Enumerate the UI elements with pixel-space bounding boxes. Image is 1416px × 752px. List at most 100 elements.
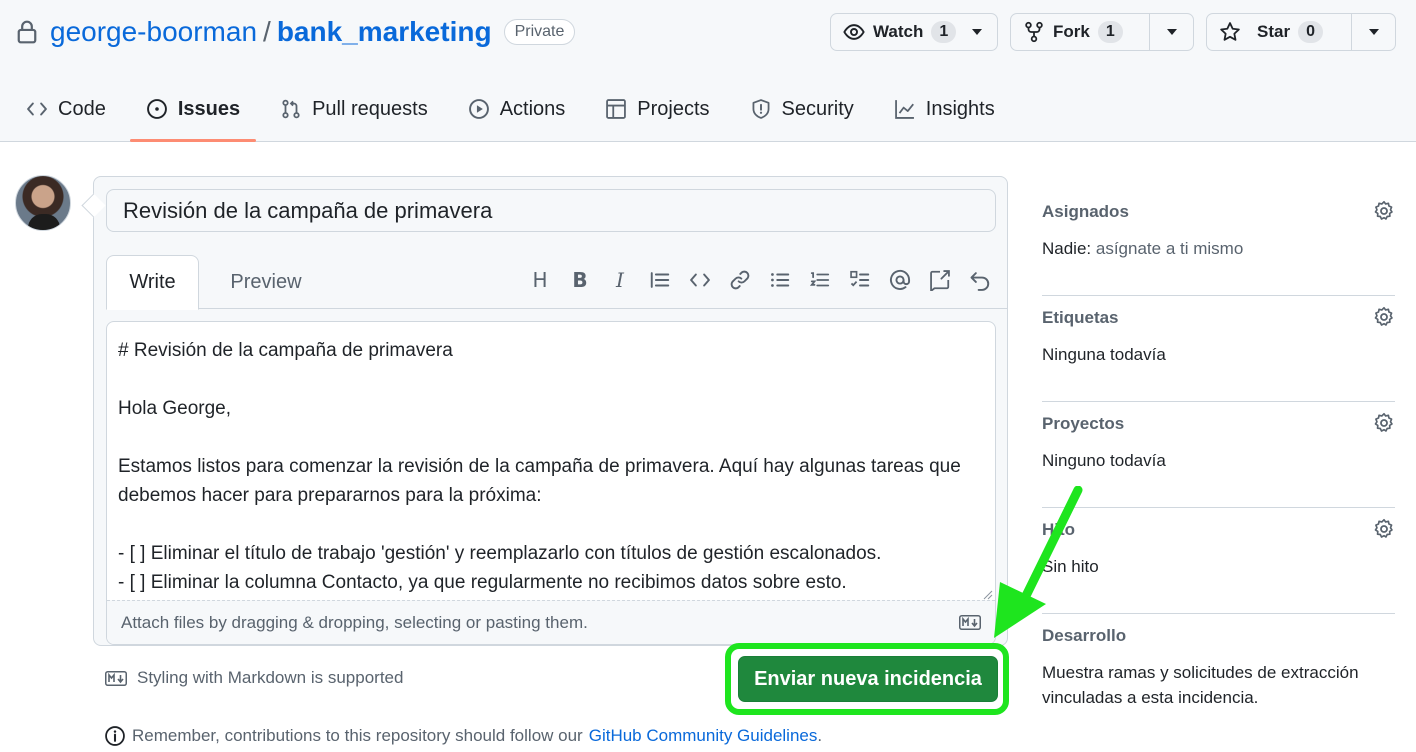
body-line: - [ ] Eliminar la columna Contacto, ya q… xyxy=(118,572,847,593)
markdown-support-note[interactable]: Styling with Markdown is supported xyxy=(105,668,403,688)
repo-header: george-boorman / bank_marketing Private … xyxy=(0,0,1416,142)
fork-button[interactable]: Fork 1 xyxy=(1011,14,1149,50)
issue-body-textarea[interactable]: # Revisión de la campaña de primavera ​ … xyxy=(106,321,996,645)
tab-write[interactable]: Write xyxy=(106,255,199,310)
ordered-list-icon[interactable] xyxy=(807,267,833,293)
chevron-down-icon xyxy=(972,29,983,35)
issue-opened-icon xyxy=(146,99,167,119)
italic-icon[interactable]: I xyxy=(607,267,633,293)
body-line: Hola George, xyxy=(118,398,232,419)
markdown-icon xyxy=(959,615,981,630)
tab-label: Pull requests xyxy=(312,97,428,120)
issue-sidebar: Asignados Nadie: asígnate a ti mismo Eti… xyxy=(1042,190,1395,752)
tab-label: Insights xyxy=(925,97,995,120)
code-icon[interactable] xyxy=(687,267,713,293)
sidebar-milestone: Hito Sin hito xyxy=(1042,508,1395,614)
tab-label: Actions xyxy=(499,97,566,120)
star-icon xyxy=(1220,22,1240,41)
body-line: Estamos listos para comenzar la revisión… xyxy=(118,456,967,506)
tab-label: Code xyxy=(58,97,106,120)
star-button[interactable]: Star 0 xyxy=(1207,14,1351,50)
assignees-none: Nadie: xyxy=(1042,239,1092,258)
cross-reference-icon[interactable] xyxy=(927,267,953,293)
tab-label: Projects xyxy=(637,97,710,120)
guidelines-suffix: . xyxy=(817,726,823,745)
assign-yourself-link[interactable]: asígnate a ti mismo xyxy=(1096,239,1243,258)
body-line: ​ xyxy=(118,510,988,539)
info-icon xyxy=(105,726,125,746)
resize-handle-icon[interactable] xyxy=(981,588,993,600)
heading-icon[interactable]: H xyxy=(527,267,553,293)
repo-owner-link[interactable]: george-boorman xyxy=(50,16,257,48)
watch-label: Watch xyxy=(873,22,924,41)
graph-icon xyxy=(894,100,914,119)
link-icon[interactable] xyxy=(727,267,753,293)
assignees-heading: Asignados xyxy=(1042,202,1129,221)
gear-icon[interactable] xyxy=(1373,412,1395,434)
star-button-group: Star 0 xyxy=(1206,13,1396,51)
markdown-note-text: Styling with Markdown is supported xyxy=(137,668,404,687)
milestone-heading: Hito xyxy=(1042,520,1076,539)
watch-button[interactable]: Watch 1 xyxy=(831,14,997,50)
new-issue-form: Write Preview H B I xyxy=(93,176,1008,646)
tab-label: Issues xyxy=(177,97,241,120)
projects-heading: Proyectos xyxy=(1042,414,1125,433)
mention-icon[interactable] xyxy=(887,267,913,293)
tab-security[interactable]: Security xyxy=(734,86,870,132)
tab-issues[interactable]: Issues xyxy=(129,86,257,142)
fork-dropdown-button[interactable] xyxy=(1149,14,1193,50)
projects-body: Ninguno todavía xyxy=(1042,451,1166,470)
chevron-down-icon xyxy=(1166,29,1177,35)
avatar[interactable] xyxy=(15,175,71,231)
gear-icon[interactable] xyxy=(1373,306,1395,328)
star-dropdown-button[interactable] xyxy=(1351,14,1395,50)
table-icon xyxy=(606,99,627,119)
fork-button-group: Fork 1 xyxy=(1010,13,1194,51)
community-guidelines-link[interactable]: GitHub Community Guidelines xyxy=(589,726,818,746)
markdown-icon xyxy=(105,670,127,686)
tab-label: Security xyxy=(781,97,854,120)
repo-forked-icon xyxy=(1025,21,1043,43)
editor-tab-bar: Write Preview H B I xyxy=(106,255,1007,310)
sidebar-assignees: Asignados Nadie: asígnate a ti mismo xyxy=(1042,190,1395,296)
fork-count: 1 xyxy=(1097,21,1123,43)
quote-icon[interactable] xyxy=(647,267,673,293)
watch-button-group: Watch 1 xyxy=(830,13,998,51)
contribution-guidelines-note: Remember, contributions to this reposito… xyxy=(104,725,822,747)
code-icon xyxy=(27,102,47,116)
tab-actions[interactable]: Actions xyxy=(452,86,582,132)
tab-pull-requests[interactable]: Pull requests xyxy=(264,86,444,132)
task-list-icon[interactable] xyxy=(847,267,873,293)
submit-new-issue-button[interactable]: Enviar nueva incidencia xyxy=(738,656,998,702)
development-heading: Desarrollo xyxy=(1042,626,1127,645)
fork-label: Fork xyxy=(1053,22,1090,41)
gear-icon[interactable] xyxy=(1373,518,1395,540)
tab-preview[interactable]: Preview xyxy=(216,255,316,309)
tab-projects[interactable]: Projects xyxy=(589,86,725,132)
labels-body: Ninguna todavía xyxy=(1042,345,1166,364)
attach-files-bar[interactable]: Attach files by dragging & dropping, sel… xyxy=(107,600,995,644)
visibility-badge: Private xyxy=(503,19,576,45)
repo-name-link[interactable]: bank_marketing xyxy=(277,16,492,48)
issue-body-content: # Revisión de la campaña de primavera ​ … xyxy=(118,336,988,602)
bold-icon[interactable]: B xyxy=(567,267,593,293)
body-line: # Revisión de la campaña de primavera xyxy=(118,340,453,361)
unordered-list-icon[interactable] xyxy=(767,267,793,293)
body-line: ​ xyxy=(118,423,988,452)
body-line: ​ xyxy=(118,365,988,394)
sidebar-development: Desarrollo Muestra ramas y solicitudes d… xyxy=(1042,614,1395,752)
star-label: Star xyxy=(1257,22,1291,41)
tab-insights[interactable]: Insights xyxy=(878,86,1011,132)
issue-title-input[interactable] xyxy=(106,189,996,232)
eye-icon xyxy=(843,24,865,40)
sidebar-projects: Proyectos Ninguno todavía xyxy=(1042,402,1395,508)
gear-icon[interactable] xyxy=(1373,200,1395,222)
play-icon xyxy=(468,99,489,119)
milestone-body: Sin hito xyxy=(1042,557,1099,576)
undo-icon[interactable] xyxy=(967,267,993,293)
lock-icon xyxy=(17,20,37,44)
tab-code[interactable]: Code xyxy=(10,86,122,132)
shield-icon xyxy=(752,99,770,119)
repo-nav-tabs: Code Issues Pull requests Actions Projec… xyxy=(6,86,1015,142)
guidelines-prefix: Remember, contributions to this reposito… xyxy=(132,726,583,745)
